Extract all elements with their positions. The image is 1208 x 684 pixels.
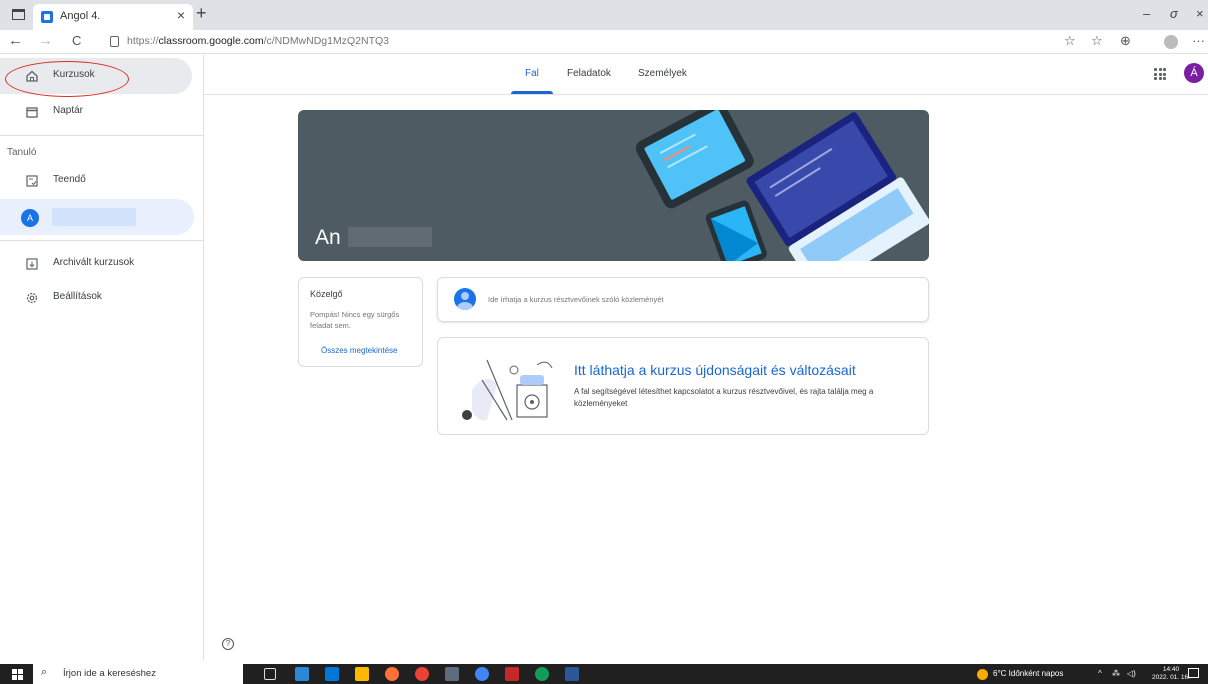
task-view-icon[interactable] (264, 668, 276, 680)
view-all-link[interactable]: Összes megtekintése (321, 346, 397, 355)
stream-illustration (462, 359, 553, 421)
redacted-course-name (52, 208, 136, 226)
user-avatar-icon (454, 288, 476, 310)
sidebar-item-label: Beállítások (53, 291, 102, 302)
highlight-ellipse (5, 61, 129, 97)
edge-icon[interactable] (535, 667, 549, 681)
sidebar-item-label: Teendő (53, 174, 86, 185)
tab-close-icon[interactable]: × (177, 7, 185, 23)
minimize-button[interactable]: – (1143, 6, 1150, 21)
mail-app-icon[interactable] (295, 667, 309, 681)
file-explorer-icon[interactable] (355, 667, 369, 681)
restore-button[interactable]: σ (1170, 6, 1178, 21)
course-banner: An (298, 110, 929, 261)
sidebar-item-settings[interactable]: Beállítások (0, 280, 192, 316)
forward-button[interactable]: → (38, 32, 53, 49)
network-icon[interactable]: ⁂ (1112, 669, 1120, 678)
read-aloud-icon[interactable]: ☆ (1064, 33, 1076, 49)
browser-tab[interactable]: Angol 4. × (33, 4, 193, 30)
redacted-course-title (348, 227, 432, 247)
lock-icon[interactable] (110, 36, 119, 47)
clock-date: 2022. 01. 16. (1152, 674, 1190, 681)
new-tab-button[interactable]: + (196, 3, 207, 24)
clock-time: 14:40 (1162, 666, 1180, 673)
sidebar-item-archived[interactable]: Archivált kurzusok (0, 246, 192, 282)
sidebar-divider (0, 240, 204, 241)
windows-start-icon[interactable] (12, 669, 23, 680)
gear-icon (26, 292, 38, 304)
reload-button[interactable]: C (72, 33, 81, 48)
sidebar-item-course[interactable]: A (0, 199, 194, 235)
announcement-input[interactable]: Ide írhatja a kurzus résztvevőinek szóló… (437, 277, 929, 322)
sidebar-item-label: Naptár (53, 105, 84, 116)
course-avatar: A (21, 209, 39, 227)
upcoming-text: Pompás! Nincs egy sürgős feladat sem. (310, 310, 400, 330)
sidebar-item-label: Archivált kurzusok (53, 257, 135, 268)
stream-info-title: Itt láthatja a kurzus újdonságait és vál… (574, 362, 856, 378)
volume-icon[interactable]: ◁) (1127, 669, 1136, 678)
url-field[interactable]: https://classroom.google.com/c/NDMwNDg1M… (127, 35, 389, 47)
windows-taskbar: ⌕ Írjon ide a kereséshez 6°C Időnként na… (0, 664, 1208, 684)
taskbar-search-box[interactable]: ⌕ Írjon ide a kereséshez (33, 664, 243, 684)
sidebar: Kurzusok Naptár Tanuló Teendő A Archivál… (0, 55, 204, 661)
taskbar-search-placeholder: Írjon ide a kereséshez (63, 668, 156, 679)
section-label-student: Tanuló (7, 147, 37, 158)
close-window-button[interactable]: × (1196, 6, 1204, 21)
user-avatar[interactable]: Á (1184, 63, 1204, 83)
sidebar-item-todo[interactable]: Teendő (0, 163, 192, 199)
tray-chevron-icon[interactable]: ^ (1098, 669, 1102, 678)
address-bar: ← → C https://classroom.google.com/c/NDM… (0, 30, 1208, 54)
stream-info-card: Itt láthatja a kurzus újdonságait és vál… (437, 337, 929, 435)
tab-people[interactable]: Személyek (638, 68, 687, 79)
calendar-icon (26, 107, 38, 118)
classroom-favicon-icon (41, 11, 53, 23)
save-app-icon[interactable] (325, 667, 339, 681)
profile-icon[interactable] (1164, 35, 1178, 49)
firefox-icon[interactable] (385, 667, 399, 681)
chrome-icon[interactable] (415, 667, 429, 681)
active-tab-indicator (511, 91, 553, 94)
announcement-placeholder: Ide írhatja a kurzus résztvevőinek szóló… (488, 295, 664, 304)
browser-tab-bar: Angol 4. × + – σ × (0, 0, 1208, 30)
tab-title: Angol 4. (60, 10, 101, 22)
taskbar-clock[interactable]: 14:40 2022. 01. 16. (1152, 666, 1190, 682)
course-title: An (315, 226, 341, 249)
search-icon: ⌕ (41, 666, 48, 678)
sidebar-item-calendar[interactable]: Naptár (0, 94, 192, 130)
app-icon[interactable] (505, 667, 519, 681)
weather-icon[interactable] (977, 669, 988, 680)
course-top-nav: Fal Feladatok Személyek Á (204, 55, 1208, 95)
app-icon[interactable] (475, 667, 489, 681)
stream-info-body: A fal segítségével létesíthet kapcsolato… (574, 387, 874, 408)
weather-text[interactable]: 6°C Időnként napos (993, 669, 1063, 678)
sidebar-divider (0, 135, 204, 136)
collections-icon[interactable]: ⊕ (1120, 33, 1131, 49)
google-apps-icon[interactable] (1154, 68, 1166, 80)
upcoming-title: Közelgő (310, 289, 343, 299)
settings-more-icon[interactable]: ··· (1192, 33, 1205, 48)
upcoming-card: Közelgő Pompás! Nincs egy sürgős feladat… (298, 277, 423, 367)
back-button[interactable]: ← (8, 32, 23, 49)
tab-classwork[interactable]: Feladatok (567, 68, 611, 79)
help-icon[interactable]: ? (222, 638, 234, 650)
sidebar-item-courses[interactable]: Kurzusok (0, 58, 192, 97)
archive-icon (26, 258, 38, 270)
tab-stream[interactable]: Fal (525, 68, 539, 79)
tab-actions-icon[interactable] (12, 9, 25, 20)
todo-icon (26, 175, 38, 187)
word-icon[interactable] (565, 667, 579, 681)
calculator-icon[interactable] (445, 667, 459, 681)
notification-icon[interactable] (1188, 668, 1199, 678)
favorites-icon[interactable]: ☆ (1091, 33, 1103, 49)
